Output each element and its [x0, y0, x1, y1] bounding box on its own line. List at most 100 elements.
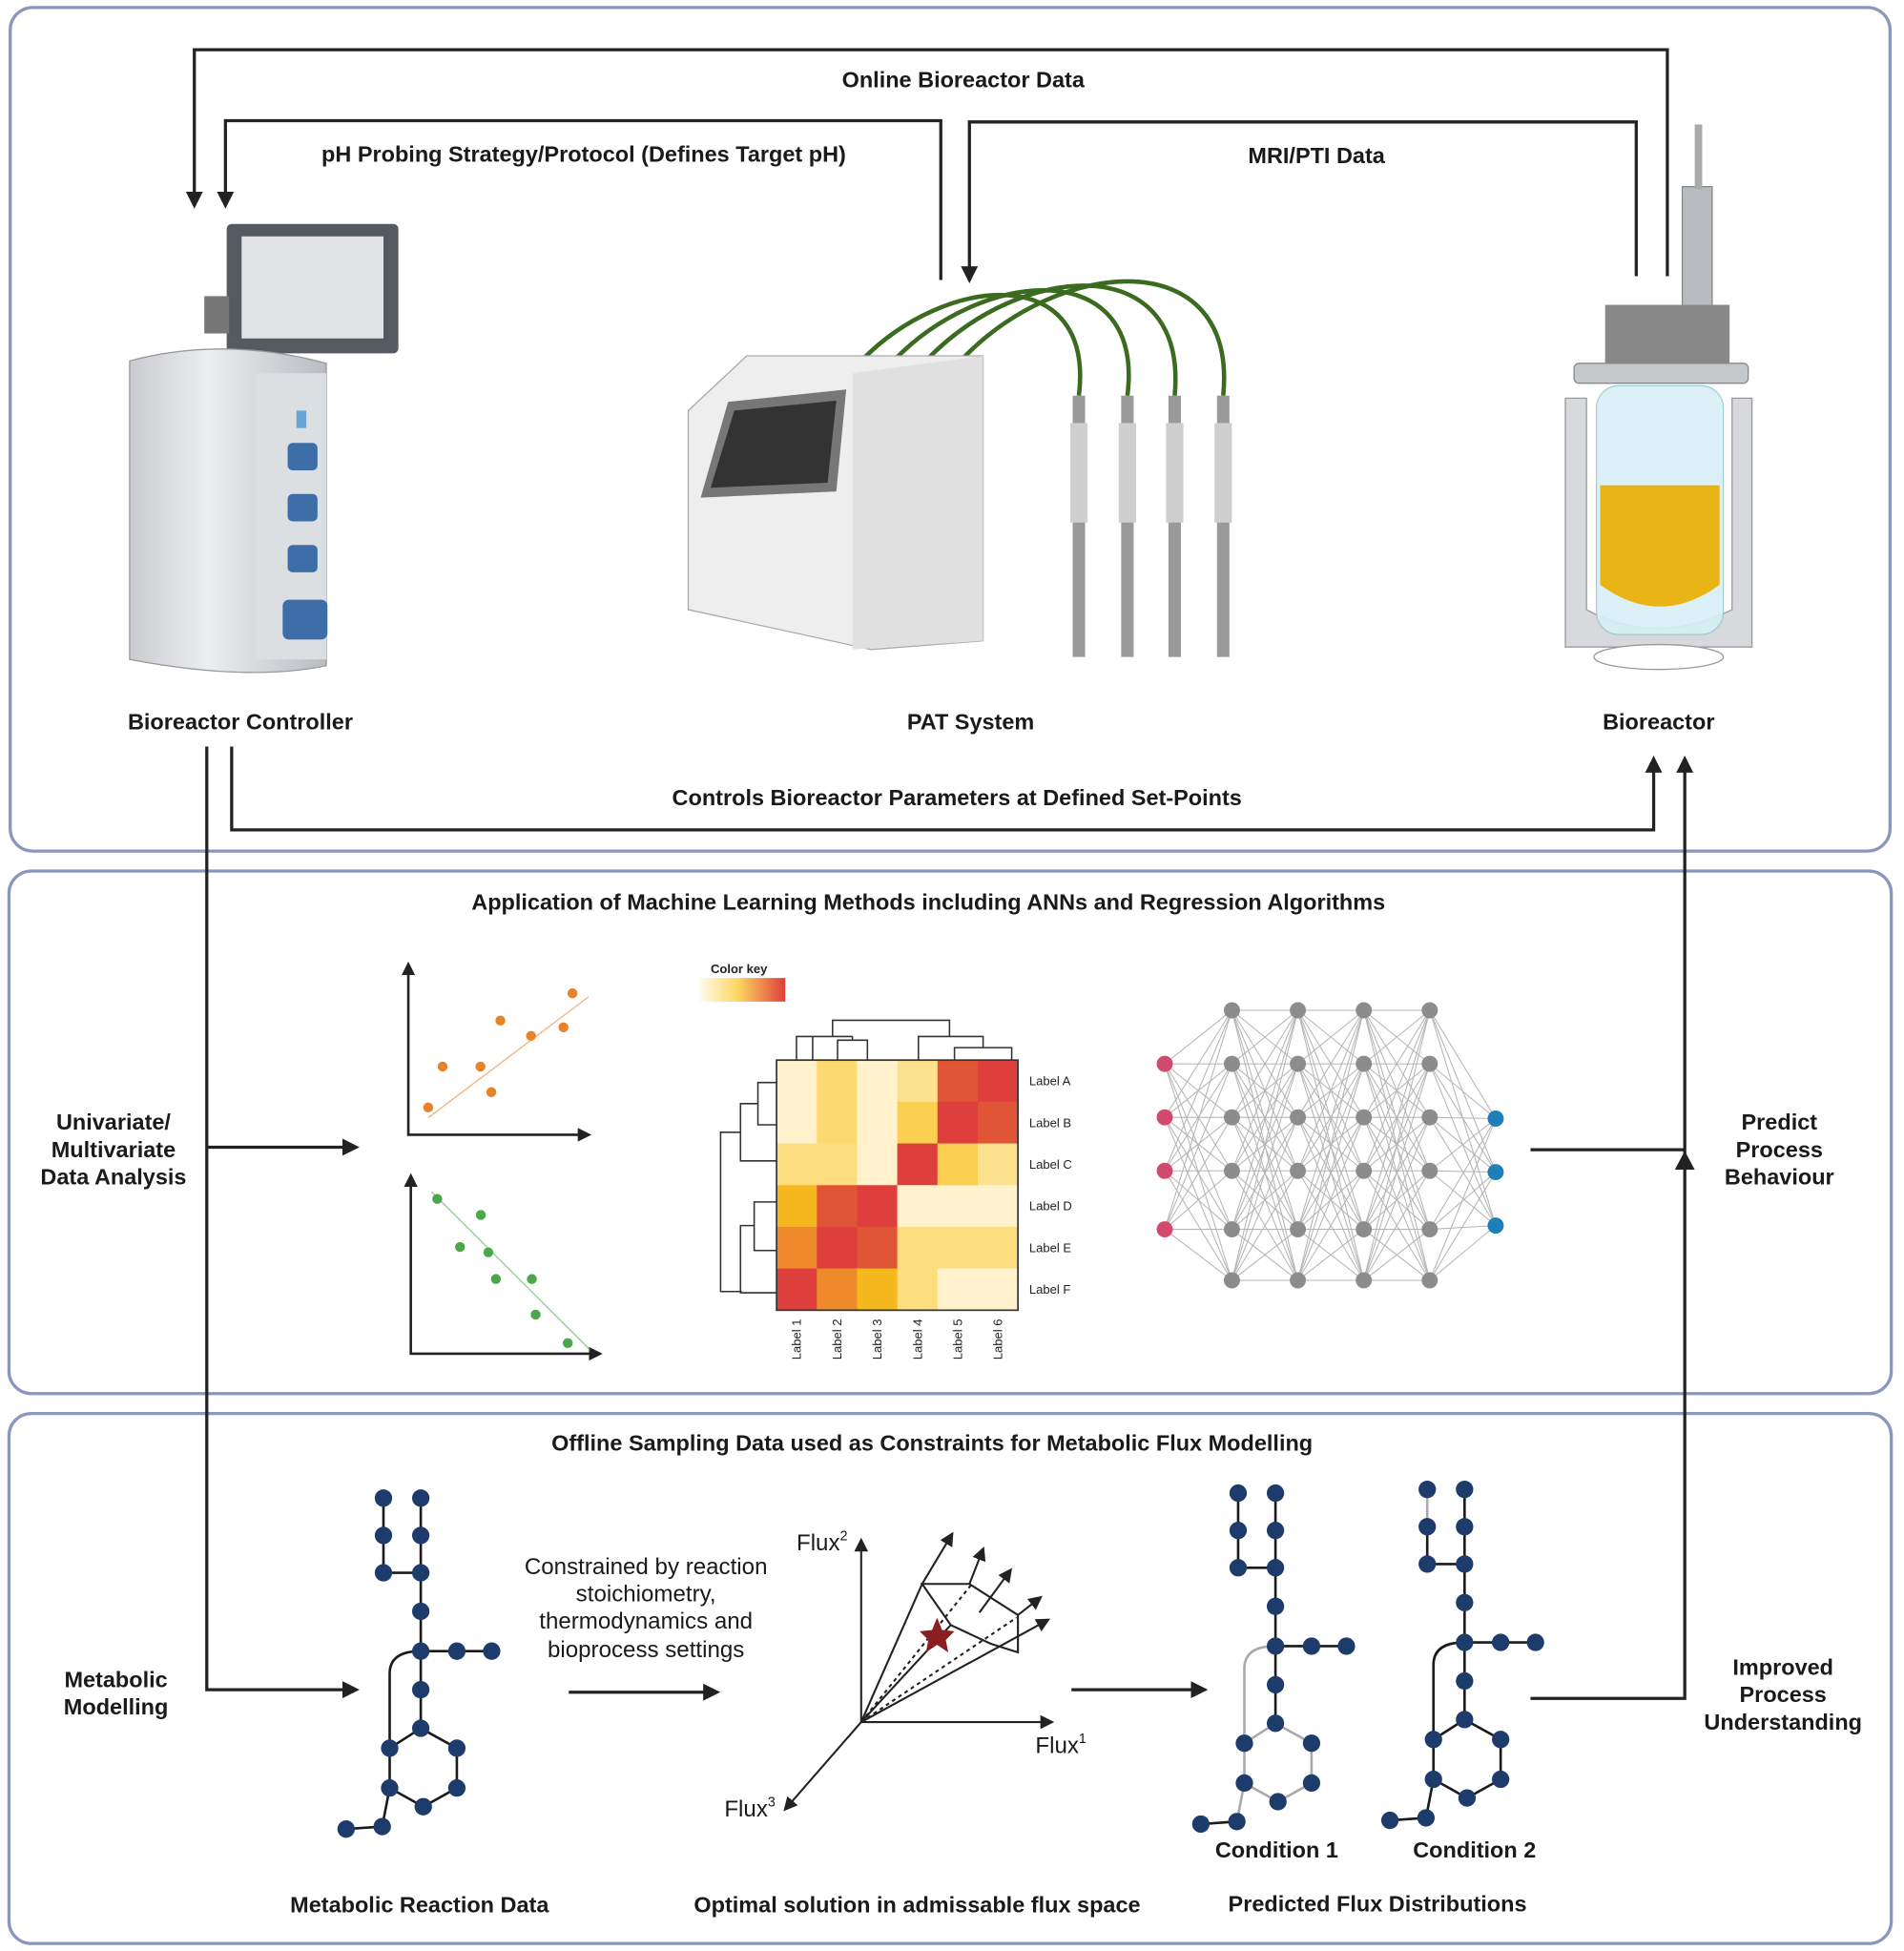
heatmap-cell [937, 1185, 979, 1228]
heatmap-cell [857, 1101, 899, 1145]
metabolite-node [1302, 1734, 1321, 1753]
constraint-text-1: Constrained by reaction [525, 1554, 768, 1580]
metabolite-node [1418, 1518, 1437, 1536]
neuron [1290, 1221, 1307, 1238]
metabolite-node [381, 1779, 399, 1797]
heatmap-cell [937, 1226, 979, 1270]
metabolite-node [1492, 1633, 1510, 1651]
heatmap-cell [857, 1226, 899, 1270]
heatmap-cell [817, 1143, 859, 1186]
metabolite-node [1228, 1813, 1246, 1831]
metabolite-node [1266, 1597, 1285, 1615]
predicted-flux-caption: Predicted Flux Distributions [1229, 1891, 1527, 1916]
improved-label-3: Understanding [1704, 1710, 1862, 1734]
metabolite-node [1266, 1559, 1285, 1577]
metabolite-node [447, 1642, 466, 1660]
heatmap-cell [897, 1226, 939, 1270]
metabolite-node [1337, 1637, 1356, 1655]
neuron [1356, 1221, 1373, 1238]
metabolite-node [414, 1797, 432, 1816]
heatmap-cell [857, 1060, 899, 1103]
data-point [437, 1061, 448, 1072]
mri-pti-label: MRI/PTI Data [1248, 143, 1385, 168]
metabolite-node [1191, 1815, 1210, 1834]
bioreactor-label: Bioreactor [1603, 709, 1714, 734]
metabolite-node [411, 1680, 430, 1699]
metabolite-node [483, 1642, 501, 1660]
heatmap-cell [857, 1143, 899, 1186]
heatmap-cell [897, 1185, 939, 1228]
heatmap-cell [977, 1268, 1019, 1311]
metabolic-label-2: Modelling [64, 1694, 169, 1719]
ph-protocol-label: pH Probing Strategy/Protocol (Defines Ta… [321, 142, 846, 167]
controller-label: Bioreactor Controller [128, 709, 353, 734]
pat-system-label: PAT System [907, 709, 1034, 734]
flux3-label: Flux3 [724, 1795, 776, 1822]
predict-label-3: Behaviour [1725, 1165, 1834, 1190]
heatmap-cell [897, 1060, 939, 1103]
predict-label-2: Process [1736, 1137, 1823, 1162]
metabolite-node [1456, 1555, 1474, 1573]
column-label: Label 6 [991, 1318, 1005, 1359]
heatmap-cell [977, 1060, 1019, 1103]
data-point [495, 1015, 506, 1026]
neuron [1223, 1221, 1240, 1238]
metabolite-node [447, 1779, 466, 1797]
heatmap-cell [857, 1268, 899, 1311]
neuron [1356, 1002, 1373, 1019]
data-point [423, 1102, 434, 1113]
neuron [1487, 1217, 1504, 1235]
analysis-label-3: Data Analysis [40, 1165, 186, 1190]
heatmap-cell [776, 1060, 817, 1103]
condition-2-label: Condition 2 [1413, 1837, 1536, 1862]
row-label: Label D [1029, 1199, 1072, 1214]
row-label: Label A [1029, 1074, 1071, 1089]
heatmap-cell [897, 1143, 939, 1186]
flux1-label: Flux1 [1035, 1732, 1087, 1758]
column-label: Label 5 [950, 1318, 964, 1359]
metabolite-node [1302, 1774, 1321, 1793]
column-label: Label 3 [870, 1318, 884, 1359]
heatmap-cell [817, 1101, 859, 1145]
metabolite-node [1269, 1793, 1287, 1811]
metabolite-node [1266, 1714, 1285, 1733]
neuron [1156, 1221, 1173, 1238]
neuron [1421, 1162, 1438, 1179]
metabolite-node [411, 1642, 430, 1660]
data-point [486, 1087, 497, 1097]
metabolite-node [1456, 1518, 1474, 1536]
analysis-label-2: Multivariate [52, 1137, 176, 1162]
color-key-bar [699, 978, 786, 1002]
metabolite-node [1380, 1811, 1399, 1830]
data-point [475, 1210, 486, 1220]
metabolite-node [1456, 1633, 1474, 1651]
neuron [1487, 1110, 1504, 1127]
constraint-text-3: thermodynamics and [539, 1609, 753, 1634]
column-label: Label 2 [830, 1318, 844, 1359]
metabolite-node [1418, 1555, 1437, 1573]
row-label: Label E [1029, 1240, 1072, 1255]
heatmap-cell [937, 1060, 979, 1103]
neuron [1223, 1002, 1240, 1019]
diagram: Online Bioreactor Data pH Probing Strate… [7, 6, 1894, 1945]
data-point [530, 1309, 541, 1320]
neuron [1421, 1221, 1438, 1238]
heatmap-cell [977, 1143, 1019, 1186]
metabolite-node [374, 1564, 393, 1582]
metabolite-node [1492, 1770, 1510, 1789]
metabolite-node [374, 1526, 393, 1545]
heatmap-cell [776, 1185, 817, 1228]
neuron [1156, 1055, 1173, 1072]
data-point [527, 1274, 537, 1284]
metabolite-node [1526, 1633, 1544, 1651]
heatmap-cell [776, 1226, 817, 1270]
flux-title: Offline Sampling Data used as Constraint… [551, 1431, 1313, 1456]
row-label: Label C [1029, 1157, 1072, 1172]
analysis-label-1: Univariate/ [56, 1110, 171, 1134]
neuron [1290, 1272, 1307, 1289]
color-key-title: Color key [711, 962, 768, 976]
condition-1-label: Condition 1 [1215, 1837, 1338, 1862]
metabolite-node [1235, 1774, 1253, 1793]
heatmap-cell [776, 1268, 817, 1311]
metabolite-node [1458, 1789, 1477, 1807]
